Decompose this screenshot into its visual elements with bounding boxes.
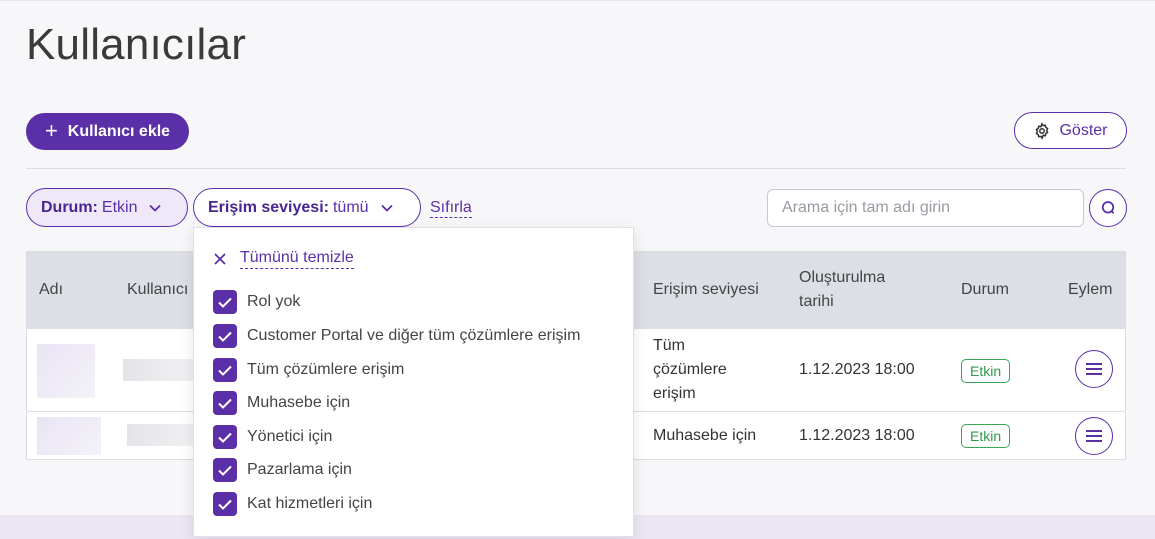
search-input[interactable] [767,189,1084,227]
access-level-filter[interactable]: Erişim seviyesi: tümü [193,188,421,227]
option-label: Yönetici için [247,428,333,445]
status-badge: Etkin [961,424,1011,448]
reset-filters-link[interactable]: Sıfırla [430,198,472,218]
access-cell: Muhasebe için [653,427,757,444]
user-placeholder [127,424,203,446]
menu-icon [1085,429,1103,443]
status-badge: Etkin [961,359,1011,383]
toolbar-divider [26,168,1126,169]
option-label: Kat hizmetleri için [247,495,373,512]
check-icon[interactable] [213,391,237,415]
check-icon[interactable] [213,290,237,314]
check-icon[interactable] [213,425,237,449]
check-icon[interactable] [213,458,237,482]
add-user-button[interactable]: + Kullanıcı ekle [26,113,189,150]
access-cell: Tüm çözümlere erişim [653,337,727,402]
name-placeholder [37,344,95,398]
access-option-manager[interactable]: Yönetici için [213,425,332,449]
row-menu-button[interactable] [1075,417,1113,455]
show-button[interactable]: Göster [1014,112,1127,149]
chevron-down-icon [380,204,393,212]
check-icon[interactable] [213,358,237,382]
status-filter-value: Etkin [101,198,138,216]
created-cell: 1.12.2023 18:00 [799,427,915,444]
created-cell: 1.12.2023 18:00 [799,361,915,378]
column-header-status: Durum [961,281,1010,298]
user-placeholder [123,359,203,381]
status-filter-label: Durum: [41,198,98,216]
clear-all-button[interactable]: Tümünü temizle [214,248,354,269]
search-icon [1099,199,1117,217]
add-user-label: Kullanıcı ekle [67,122,171,140]
access-filter-value: tümü [332,198,369,216]
column-header-user: Kullanıcı [127,281,189,298]
top-border [0,0,1155,1]
access-option-all-solutions[interactable]: Tüm çözümlere erişim [213,358,404,382]
menu-icon [1085,362,1103,376]
name-placeholder [37,417,101,455]
search-button[interactable] [1089,189,1127,227]
access-option-housekeeping[interactable]: Kat hizmetleri için [213,492,372,516]
column-header-access: Erişim seviyesi [653,281,759,298]
column-header-name: Adı [39,281,64,298]
column-header-action: Eylem [1068,281,1113,298]
show-label: Göster [1059,121,1108,139]
row-menu-button[interactable] [1075,350,1113,388]
access-filter-label: Erişim seviyesi: [208,198,329,216]
option-label: Pazarlama için [247,461,352,478]
access-option-marketing[interactable]: Pazarlama için [213,458,352,482]
chevron-down-icon [149,204,162,212]
access-option-customer-portal[interactable]: Customer Portal ve diğer tüm çözümlere e… [213,324,580,348]
access-option-accounting[interactable]: Muhasebe için [213,391,350,415]
page-title: Kullanıcılar [26,20,247,69]
access-option-no-role[interactable]: Rol yok [213,290,300,314]
option-label: Customer Portal ve diğer tüm çözümlere e… [247,327,581,344]
check-icon[interactable] [213,492,237,516]
status-filter[interactable]: Durum: Etkin [26,188,188,227]
plus-icon: + [44,117,58,143]
clear-all-label: Tümünü temizle [240,248,354,269]
gear-icon [1033,121,1051,140]
option-label: Tüm çözümlere erişim [247,361,405,378]
option-label: Rol yok [247,293,301,310]
check-icon[interactable] [213,324,237,348]
close-icon [214,252,226,265]
option-label: Muhasebe için [247,394,351,411]
access-level-dropdown: Tümünü temizle Rol yok Customer Portal v… [193,227,634,537]
column-header-created: Oluşturulma tarihi [799,269,886,310]
